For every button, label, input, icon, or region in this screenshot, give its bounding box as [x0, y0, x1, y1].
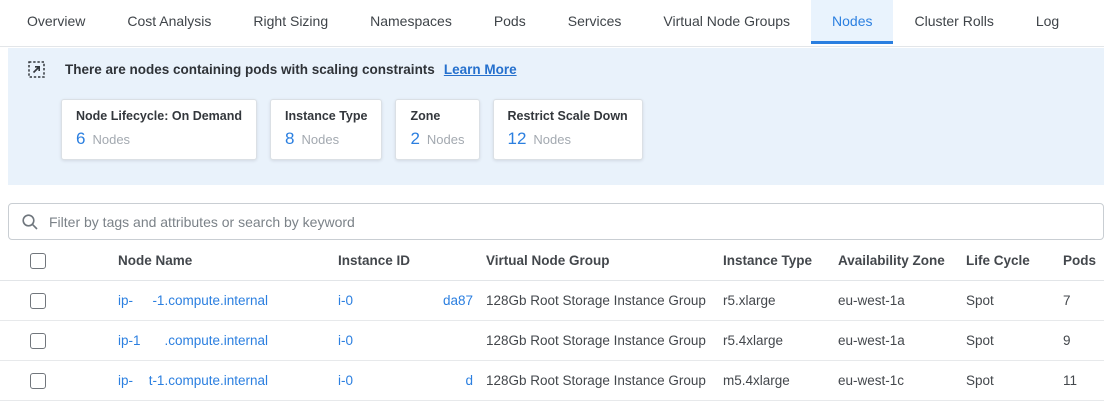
card-zone[interactable]: Zone 2 Nodes [395, 99, 479, 160]
instance-id-link[interactable]: i-0 d [338, 373, 473, 388]
scaling-constraints-banner: There are nodes containing pods with sca… [8, 48, 1104, 185]
virtual-node-group-cell: 128Gb Root Storage Instance Group [486, 373, 723, 388]
tab-cluster-rolls[interactable]: Cluster Rolls [893, 0, 1014, 44]
table-header-row: Node Name Instance ID Virtual Node Group… [0, 241, 1104, 281]
tab-services[interactable]: Services [547, 0, 643, 44]
card-unit: Nodes [427, 132, 465, 147]
column-header-node-name[interactable]: Node Name [118, 253, 338, 268]
card-restrict-scale-down[interactable]: Restrict Scale Down 12 Nodes [493, 99, 643, 160]
virtual-node-group-cell: 128Gb Root Storage Instance Group [486, 293, 723, 308]
tab-right-sizing[interactable]: Right Sizing [232, 0, 349, 44]
card-value: 12 [508, 129, 527, 149]
select-all-checkbox[interactable] [30, 253, 46, 269]
life-cycle-cell: Spot [966, 333, 1063, 348]
search-input[interactable] [49, 214, 1091, 230]
constraint-cards: Node Lifecycle: On Demand 6 Nodes Instan… [61, 99, 1092, 160]
search-icon [21, 213, 39, 231]
card-title: Restrict Scale Down [508, 109, 628, 123]
card-value: 2 [410, 129, 419, 149]
pods-cell: 9 [1063, 333, 1104, 348]
instance-type-cell: r5.4xlarge [723, 333, 838, 348]
tab-log[interactable]: Log [1015, 0, 1080, 44]
tab-nodes[interactable]: Nodes [811, 0, 893, 44]
column-header-availability-zone[interactable]: Availability Zone [838, 253, 966, 268]
card-value: 8 [285, 129, 294, 149]
node-name-link[interactable]: ip-1 .compute.internal [118, 333, 268, 348]
card-node-lifecycle[interactable]: Node Lifecycle: On Demand 6 Nodes [61, 99, 257, 160]
pods-cell: 11 [1063, 373, 1104, 388]
tab-pods[interactable]: Pods [473, 0, 547, 44]
node-name-prefix: ip- [118, 373, 133, 388]
column-header-virtual-node-group[interactable]: Virtual Node Group [486, 253, 723, 268]
node-name-link[interactable]: ip- -1.compute.internal [118, 293, 268, 308]
node-name-prefix: ip-1 [118, 333, 141, 348]
column-header-instance-type[interactable]: Instance Type [723, 253, 838, 268]
card-title: Zone [410, 109, 464, 123]
pods-cell: 7 [1063, 293, 1104, 308]
instance-id-prefix: i-0 [338, 333, 353, 348]
node-name-link[interactable]: ip- t-1.compute.internal [118, 373, 268, 388]
instance-type-cell: m5.4xlarge [723, 373, 838, 388]
virtual-node-group-cell: 128Gb Root Storage Instance Group [486, 333, 723, 348]
card-unit: Nodes [92, 132, 130, 147]
column-header-instance-id[interactable]: Instance ID [338, 253, 486, 268]
card-title: Instance Type [285, 109, 367, 123]
tab-cost-analysis[interactable]: Cost Analysis [106, 0, 232, 44]
card-value: 6 [76, 129, 85, 149]
learn-more-link[interactable]: Learn More [444, 62, 517, 77]
instance-type-cell: r5.xlarge [723, 293, 838, 308]
nodes-table: Node Name Instance ID Virtual Node Group… [0, 241, 1104, 401]
tab-virtual-node-groups[interactable]: Virtual Node Groups [642, 0, 811, 44]
card-unit: Nodes [533, 132, 571, 147]
column-header-pods[interactable]: Pods [1063, 253, 1104, 268]
instance-id-link[interactable]: i-0 da87 [338, 293, 473, 308]
row-checkbox[interactable] [30, 333, 46, 349]
life-cycle-cell: Spot [966, 373, 1063, 388]
tab-bar: Overview Cost Analysis Right Sizing Name… [0, 0, 1104, 47]
instance-id-prefix: i-0 [338, 293, 353, 308]
life-cycle-cell: Spot [966, 293, 1063, 308]
table-row: ip- -1.compute.internal i-0 da87 128Gb R… [0, 281, 1104, 321]
column-header-life-cycle[interactable]: Life Cycle [966, 253, 1063, 268]
instance-id-suffix: da87 [443, 293, 473, 308]
scaling-constraint-icon [28, 61, 45, 78]
instance-id-suffix: d [465, 373, 473, 388]
availability-zone-cell: eu-west-1c [838, 373, 966, 388]
node-name-prefix: ip- [118, 293, 133, 308]
instance-id-prefix: i-0 [338, 373, 353, 388]
table-row: ip-1 .compute.internal i-0 128Gb Root St… [0, 321, 1104, 361]
row-checkbox[interactable] [30, 373, 46, 389]
row-checkbox[interactable] [30, 293, 46, 309]
node-name-suffix: t-1.compute.internal [149, 373, 268, 388]
card-instance-type[interactable]: Instance Type 8 Nodes [270, 99, 382, 160]
table-row: ip- t-1.compute.internal i-0 d 128Gb Roo… [0, 361, 1104, 401]
tab-overview[interactable]: Overview [6, 0, 106, 44]
instance-id-link[interactable]: i-0 [338, 333, 473, 348]
availability-zone-cell: eu-west-1a [838, 333, 966, 348]
node-name-suffix: .compute.internal [164, 333, 268, 348]
node-name-suffix: -1.compute.internal [152, 293, 268, 308]
card-unit: Nodes [301, 132, 339, 147]
filter-bar [8, 203, 1104, 240]
banner-message: There are nodes containing pods with sca… [65, 62, 435, 77]
tab-namespaces[interactable]: Namespaces [349, 0, 473, 44]
card-title: Node Lifecycle: On Demand [76, 109, 242, 123]
availability-zone-cell: eu-west-1a [838, 293, 966, 308]
